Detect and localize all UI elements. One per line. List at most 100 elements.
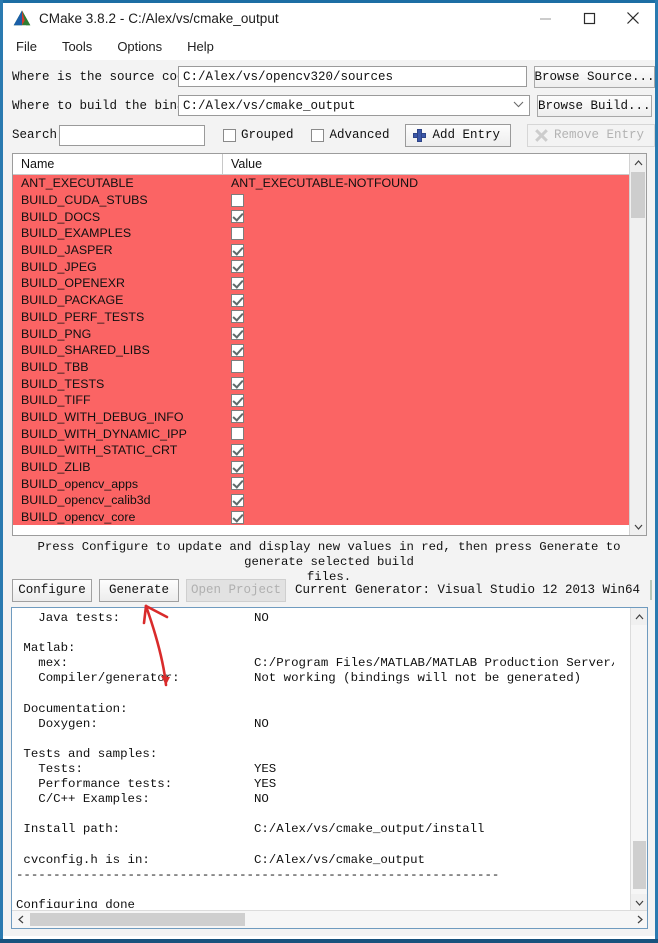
remove-entry-label: Remove Entry [553, 128, 644, 142]
table-row[interactable]: BUILD_opencv_calib3d [13, 492, 629, 509]
checkbox-checked-icon[interactable] [231, 477, 244, 491]
log-scroll-left-icon[interactable] [12, 911, 29, 928]
table-row[interactable]: BUILD_JASPER [13, 241, 629, 259]
table-row[interactable]: BUILD_opencv_core [13, 508, 629, 526]
cache-entry-name: BUILD_TBB [21, 359, 89, 374]
table-row[interactable]: BUILD_PERF_TESTS [13, 308, 629, 326]
table-row[interactable]: BUILD_DOCS [13, 208, 629, 226]
checkbox-checked-icon[interactable] [231, 260, 244, 274]
log-scroll-up-icon[interactable] [631, 608, 647, 625]
checkbox-checked-icon[interactable] [231, 443, 244, 457]
table-row[interactable]: BUILD_ZLIB [13, 458, 629, 476]
table-row[interactable]: BUILD_WITH_DYNAMIC_IPP [13, 425, 629, 442]
menu-file[interactable]: File [12, 37, 49, 57]
cache-entry-checkbox[interactable] [223, 226, 629, 240]
checkbox-unchecked-icon[interactable] [231, 427, 244, 441]
menu-options[interactable]: Options [113, 37, 174, 57]
cache-entry-checkbox[interactable] [223, 310, 629, 324]
cache-entry-checkbox[interactable] [223, 510, 629, 524]
log-horizontal-scrollbar[interactable] [12, 910, 647, 928]
cache-entry-checkbox[interactable] [223, 443, 629, 457]
log-hscrollbar-thumb[interactable] [30, 913, 245, 926]
remove-entry-button[interactable]: Remove Entry [526, 123, 655, 147]
column-header-value[interactable]: Value [223, 154, 646, 174]
cache-entry-checkbox[interactable] [223, 243, 629, 257]
log-scrollbar-thumb[interactable] [633, 841, 646, 889]
table-row[interactable]: BUILD_EXAMPLES [13, 225, 629, 242]
checkbox-checked-icon[interactable] [231, 377, 244, 391]
checkbox-checked-icon[interactable] [231, 293, 244, 307]
cache-entry-checkbox[interactable] [223, 360, 629, 374]
table-row[interactable]: BUILD_CUDA_STUBS [13, 191, 629, 209]
add-entry-button[interactable]: Add Entry [405, 123, 511, 147]
table-row[interactable]: BUILD_TESTS [13, 375, 629, 392]
checkbox-checked-icon[interactable] [231, 343, 244, 357]
cache-entry-name: BUILD_TESTS [21, 376, 105, 391]
log-scroll-down-icon[interactable] [631, 894, 647, 911]
checkbox-unchecked-icon[interactable] [231, 360, 244, 374]
checkbox-checked-icon[interactable] [231, 327, 244, 341]
checkbox-unchecked-icon[interactable] [231, 226, 244, 240]
checkbox-checked-icon[interactable] [231, 210, 244, 224]
scroll-up-icon[interactable] [630, 154, 646, 171]
search-input[interactable] [59, 124, 205, 146]
checkbox-checked-icon[interactable] [231, 393, 244, 407]
maximize-button[interactable] [567, 3, 611, 33]
checkbox-checked-icon[interactable] [231, 310, 244, 324]
table-row[interactable]: BUILD_SHARED_LIBS [13, 341, 629, 359]
scroll-down-icon[interactable] [630, 518, 646, 535]
checkbox-checked-icon[interactable] [231, 410, 244, 424]
cache-entry-checkbox[interactable] [223, 377, 629, 391]
cache-entry-checkbox[interactable] [223, 210, 629, 224]
checkbox-unchecked-icon[interactable] [231, 193, 244, 207]
table-row[interactable]: BUILD_WITH_DEBUG_INFO [13, 408, 629, 426]
table-row[interactable]: BUILD_JPEG [13, 258, 629, 276]
cache-entry-checkbox[interactable] [223, 393, 629, 407]
checkbox-checked-icon[interactable] [231, 493, 244, 507]
cache-entry-name: BUILD_JPEG [21, 259, 97, 274]
table-row[interactable]: ANT_EXECUTABLE ANT_EXECUTABLE-NOTFOUND [13, 175, 629, 192]
cache-entry-checkbox[interactable] [223, 493, 629, 507]
cache-scrollbar-thumb[interactable] [631, 172, 645, 218]
cache-entry-checkbox[interactable] [223, 410, 629, 424]
cache-entry-checkbox[interactable] [223, 276, 629, 290]
minimize-button[interactable] [523, 3, 567, 33]
log-scroll-right-icon[interactable] [631, 911, 647, 928]
table-row[interactable]: BUILD_PACKAGE [13, 291, 629, 309]
browse-source-button[interactable]: Browse Source... [534, 65, 655, 88]
table-row[interactable]: BUILD_opencv_apps [13, 475, 629, 493]
table-row[interactable]: BUILD_TBB [13, 358, 629, 376]
cache-entry-checkbox[interactable] [223, 427, 629, 441]
table-row[interactable]: BUILD_OPENEXR [13, 275, 629, 292]
cache-entry-checkbox[interactable] [223, 327, 629, 341]
checkbox-checked-icon[interactable] [231, 510, 244, 524]
cache-entry-value[interactable]: ANT_EXECUTABLE-NOTFOUND [223, 176, 629, 190]
cache-entry-checkbox[interactable] [223, 460, 629, 474]
advanced-checkbox-box [311, 128, 325, 142]
cache-entry-checkbox[interactable] [223, 343, 629, 357]
checkbox-checked-icon[interactable] [231, 276, 244, 290]
advanced-checkbox[interactable]: Advanced [311, 128, 389, 142]
menu-help[interactable]: Help [183, 37, 226, 57]
generate-button[interactable]: Generate [99, 578, 179, 602]
build-path-combo[interactable]: C:/Alex/vs/cmake_output [178, 95, 530, 116]
column-header-name[interactable]: Name [13, 154, 223, 174]
close-button[interactable] [611, 3, 655, 33]
menu-tools[interactable]: Tools [58, 37, 104, 57]
grouped-checkbox[interactable]: Grouped [222, 128, 293, 142]
cache-vertical-scrollbar[interactable] [629, 154, 646, 535]
checkbox-checked-icon[interactable] [231, 460, 244, 474]
table-row[interactable]: BUILD_PNG [13, 325, 629, 342]
configure-button[interactable]: Configure [12, 578, 92, 602]
log-vertical-scrollbar[interactable] [630, 608, 647, 911]
source-path-input[interactable]: C:/Alex/vs/opencv320/sources [178, 66, 527, 87]
open-project-button[interactable]: Open Project [186, 578, 286, 602]
cache-entry-checkbox[interactable] [223, 193, 629, 207]
checkbox-checked-icon[interactable] [231, 243, 244, 257]
cache-entry-checkbox[interactable] [223, 477, 629, 491]
cache-entry-checkbox[interactable] [223, 293, 629, 307]
table-row[interactable]: BUILD_WITH_STATIC_CRT [13, 442, 629, 459]
table-row[interactable]: BUILD_TIFF [13, 391, 629, 409]
browse-build-button[interactable]: Browse Build... [537, 94, 652, 117]
cache-entry-checkbox[interactable] [223, 260, 629, 274]
